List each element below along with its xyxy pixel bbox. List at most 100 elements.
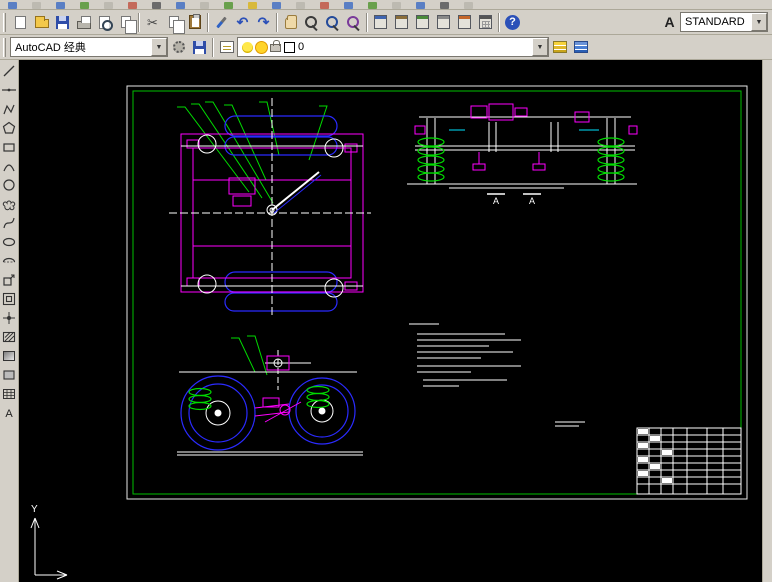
match-properties-button[interactable] bbox=[211, 12, 232, 33]
publish-button[interactable] bbox=[115, 12, 137, 34]
toolbar-separator bbox=[276, 12, 278, 32]
open-folder-icon bbox=[34, 16, 49, 28]
toolbar-grip[interactable] bbox=[3, 12, 6, 32]
chevron-down-icon[interactable]: ▼ bbox=[151, 38, 167, 56]
toolbar-icon-fragment[interactable] bbox=[56, 2, 65, 9]
right-edge-strip bbox=[762, 60, 772, 582]
toolbar-icon-fragment[interactable] bbox=[104, 2, 113, 9]
zoom-window-button[interactable] bbox=[322, 12, 343, 33]
draw-polygon-button[interactable] bbox=[1, 119, 18, 136]
plan-view[interactable] bbox=[169, 98, 371, 318]
redo-button[interactable]: ↷ bbox=[253, 12, 274, 33]
quickcalc-button[interactable] bbox=[475, 12, 496, 33]
draw-construction-line-button[interactable] bbox=[1, 81, 18, 98]
zoom-previous-button[interactable] bbox=[343, 12, 364, 33]
chevron-down-icon[interactable]: ▼ bbox=[532, 38, 548, 56]
redo-arrow-icon: ↷ bbox=[257, 14, 270, 30]
toolbar-icon-fragment[interactable] bbox=[128, 2, 137, 9]
draw-rectangle-button[interactable] bbox=[1, 138, 18, 155]
pan-button[interactable] bbox=[280, 12, 301, 33]
workspace-combo[interactable]: AutoCAD 经典 ▼ bbox=[10, 37, 168, 57]
text-style-combo[interactable]: STANDARD ▼ bbox=[680, 12, 768, 32]
toolbar-icon-fragment[interactable] bbox=[8, 2, 17, 9]
paste-button[interactable] bbox=[184, 12, 205, 33]
hatch-icon bbox=[2, 331, 16, 342]
help-button[interactable]: ? bbox=[502, 12, 523, 33]
toolbar-icon-fragment[interactable] bbox=[296, 2, 305, 9]
toolbar-grip[interactable] bbox=[3, 37, 6, 57]
make-object-layer-current-button[interactable] bbox=[549, 37, 570, 58]
main-area: A A A Y bbox=[0, 60, 772, 582]
insert-block-button[interactable] bbox=[1, 271, 18, 288]
toolbar-icon-fragment[interactable] bbox=[344, 2, 353, 9]
toolbar-icon-fragment[interactable] bbox=[152, 2, 161, 9]
text-style-manager-button[interactable]: A bbox=[659, 12, 680, 33]
side-hubs bbox=[205, 399, 334, 426]
toolbar-icon-fragment[interactable] bbox=[416, 2, 425, 9]
drawing-canvas[interactable]: A A Y bbox=[19, 60, 762, 582]
layer-freeze-sun-icon[interactable] bbox=[256, 41, 267, 53]
draw-circle-button[interactable] bbox=[1, 176, 18, 193]
designcenter-button[interactable] bbox=[391, 12, 412, 33]
draw-line-button[interactable] bbox=[1, 62, 18, 79]
save-workspace-button[interactable] bbox=[189, 37, 210, 58]
zoom-realtime-button[interactable] bbox=[301, 12, 322, 33]
toolbar-icon-fragment[interactable] bbox=[200, 2, 209, 9]
toolbar-icon-fragment[interactable] bbox=[32, 2, 41, 9]
save-button[interactable] bbox=[52, 12, 73, 33]
toolbar-icon-fragment[interactable] bbox=[224, 2, 233, 9]
layer-color-swatch[interactable] bbox=[284, 41, 295, 53]
draw-arc-button[interactable] bbox=[1, 157, 18, 174]
toolbar-icon-fragment[interactable] bbox=[248, 2, 257, 9]
tool-palettes-button[interactable] bbox=[412, 12, 433, 33]
copy-button[interactable] bbox=[163, 12, 185, 34]
open-button[interactable] bbox=[31, 12, 52, 33]
table-button[interactable] bbox=[1, 385, 18, 402]
drawing-svg[interactable]: A A Y bbox=[19, 60, 762, 582]
side-wheels bbox=[180, 375, 356, 451]
toolbar-icon-fragment[interactable] bbox=[440, 2, 449, 9]
arc-icon bbox=[3, 163, 15, 171]
toolbar-icon-fragment[interactable] bbox=[392, 2, 401, 9]
plot-preview-button[interactable] bbox=[94, 12, 115, 33]
layer-stack-icon bbox=[552, 41, 567, 53]
draw-toolbar: A bbox=[0, 60, 19, 582]
layer-lock-icon[interactable] bbox=[270, 40, 281, 52]
cut-button[interactable]: ✂ bbox=[142, 12, 163, 33]
hatch-button[interactable] bbox=[1, 328, 18, 345]
toolbar-icon-fragment[interactable] bbox=[80, 2, 89, 9]
layer-properties-button[interactable] bbox=[216, 37, 237, 58]
side-view[interactable] bbox=[177, 335, 363, 456]
toolbar-icon-fragment[interactable] bbox=[368, 2, 377, 9]
chevron-down-icon[interactable]: ▼ bbox=[751, 13, 767, 31]
draw-polyline-button[interactable] bbox=[1, 100, 18, 117]
multiline-text-button[interactable]: A bbox=[1, 404, 18, 421]
toolbar-icon-fragment[interactable] bbox=[272, 2, 281, 9]
ucs-y-label: Y bbox=[31, 504, 38, 515]
toolbar-icon-fragment[interactable] bbox=[320, 2, 329, 9]
toolbar-icon-fragment[interactable] bbox=[176, 2, 185, 9]
markup-set-manager-button[interactable] bbox=[454, 12, 475, 33]
undo-button[interactable]: ↶ bbox=[232, 12, 253, 33]
draw-revision-cloud-button[interactable] bbox=[1, 195, 18, 212]
toolbar-icon-fragment[interactable] bbox=[464, 2, 473, 9]
workspace-layers-toolbar: AutoCAD 经典 ▼ 0 ▼ bbox=[0, 35, 772, 60]
make-block-button[interactable] bbox=[1, 290, 18, 307]
layer-combo[interactable]: 0 ▼ bbox=[237, 37, 549, 57]
draw-spline-button[interactable] bbox=[1, 214, 18, 231]
gradient-button[interactable] bbox=[1, 347, 18, 364]
draw-point-button[interactable] bbox=[1, 309, 18, 326]
region-button[interactable] bbox=[1, 366, 18, 383]
workspace-settings-button[interactable] bbox=[168, 37, 189, 58]
sheet-set-manager-button[interactable] bbox=[433, 12, 454, 33]
layer-on-bulb-icon[interactable] bbox=[242, 41, 253, 53]
qnew-button[interactable] bbox=[10, 12, 31, 33]
magnifier-window-icon bbox=[325, 15, 340, 30]
layer-previous-button[interactable] bbox=[570, 37, 591, 58]
make-block-icon bbox=[2, 292, 16, 305]
plot-button[interactable] bbox=[73, 12, 94, 33]
draw-ellipse-arc-button[interactable] bbox=[1, 252, 18, 269]
front-view[interactable]: A A bbox=[407, 103, 638, 206]
properties-button[interactable] bbox=[370, 12, 391, 33]
draw-ellipse-button[interactable] bbox=[1, 233, 18, 250]
